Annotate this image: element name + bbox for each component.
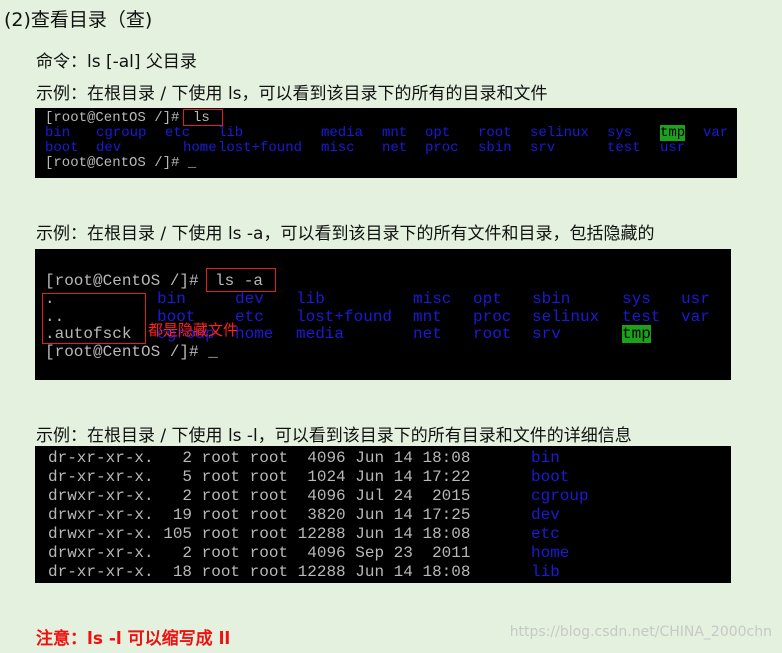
dir-entry: sys [607, 125, 633, 141]
dir-entry: usr [660, 140, 686, 156]
command-syntax: 命令：ls [-al] 父目录 [36, 52, 197, 72]
note: 注意：ls -l 可以缩写成 ll [36, 629, 231, 649]
dir-entry: sbin [532, 290, 571, 308]
command-highlight-box [206, 268, 276, 292]
dir-entry: bin [45, 125, 71, 141]
dir-entry: home [235, 325, 274, 343]
dir-entry: opt [425, 125, 451, 141]
file-name: etc [531, 525, 560, 543]
dir-entry: lost+found [218, 140, 303, 156]
file-name: dev [531, 506, 560, 524]
example-ls-a: 示例：在根目录 / 下使用 ls -a，可以看到该目录下的所有文件和目录，包括隐… [36, 224, 655, 244]
dir-entry: mnt [413, 308, 442, 326]
dir-entry: sys [622, 290, 651, 308]
file-name: bin [531, 449, 560, 467]
dir-entry: tmp [660, 125, 686, 141]
dir-entry: test [622, 308, 661, 326]
dir-entry: dev [235, 290, 264, 308]
dir-entry: etc [235, 308, 264, 326]
dir-entry: sbin [478, 140, 512, 156]
dir-entry: var [703, 125, 729, 141]
dir-entry: proc [425, 140, 459, 156]
dir-entry: root [478, 125, 512, 141]
dir-entry: boot [45, 140, 79, 156]
dir-entry: mnt [382, 125, 408, 141]
dir-entry: lib [296, 290, 325, 308]
file-meta: dr-xr-xr-x. 18 root root 12288 Jun 14 18… [48, 563, 481, 581]
dir-entry: root [473, 325, 512, 343]
dir-entry: opt [473, 290, 502, 308]
file-name: boot [531, 468, 570, 486]
prompt: [root@CentOS /]# [45, 110, 188, 126]
file-meta: drwxr-xr-x. 2 root root 4096 Jul 24 2015 [48, 487, 481, 505]
dir-entry: bin [157, 290, 186, 308]
hidden-files-annotation: 都是隐藏文件 [148, 321, 239, 339]
file-name: lib [531, 563, 560, 581]
dir-entry: cgroup [96, 125, 147, 141]
dir-entry: var [681, 308, 710, 326]
terminal-ls-a: [root@CentOS /]# ls -a . .. .autofsck [r… [35, 249, 731, 380]
dir-entry: selinux [530, 125, 589, 141]
file-meta: dr-xr-xr-x. 2 root root 4096 Jun 14 18:0… [48, 449, 481, 467]
end-prompt: [root@CentOS /]# _ [45, 155, 197, 171]
dir-entry: lost+found [296, 308, 393, 326]
dir-entry: misc [321, 140, 355, 156]
example-ls: 示例：在根目录 / 下使用 ls，可以看到该目录下的所有的目录和文件 [36, 84, 548, 104]
terminal-ls: [root@CentOS /]# ls [root@CentOS /]# _ b… [35, 108, 737, 178]
hidden-files-box [42, 293, 146, 344]
dir-entry: media [321, 125, 364, 141]
dir-entry: net [413, 325, 442, 343]
dir-entry: lib [218, 125, 244, 141]
file-name: cgroup [531, 487, 589, 505]
watermark: https://blog.csdn.net/CHINA_2000chn [509, 624, 772, 640]
terminal-ls-l: dr-xr-xr-x. 2 root root 4096 Jun 14 18:0… [35, 446, 731, 583]
dir-entry: home [183, 140, 217, 156]
command-highlight-box [183, 109, 223, 126]
dir-entry: net [382, 140, 408, 156]
dir-entry: tmp [622, 325, 651, 343]
file-name: home [531, 544, 570, 562]
dir-entry: proc [473, 308, 512, 326]
end-prompt: [root@CentOS /]# _ [45, 343, 218, 361]
file-meta: dr-xr-xr-x. 5 root root 1024 Jun 14 17:2… [48, 468, 481, 486]
dir-entry: media [296, 325, 345, 343]
file-meta: drwxr-xr-x. 19 root root 3820 Jun 14 17:… [48, 506, 481, 524]
section-heading: (2)查看目录（查) [4, 9, 153, 31]
dir-entry: dev [96, 140, 122, 156]
dir-entry: etc [165, 125, 191, 141]
dir-entry: misc [413, 290, 452, 308]
dir-entry: srv [532, 325, 561, 343]
dir-entry: usr [681, 290, 710, 308]
dir-entry: test [607, 140, 641, 156]
file-meta: drwxr-xr-x. 105 root root 12288 Jun 14 1… [48, 525, 481, 543]
example-ls-l: 示例：在根目录 / 下使用 ls -l，可以看到该目录下的所有目录和文件的详细信… [36, 426, 632, 446]
file-meta: drwxr-xr-x. 2 root root 4096 Sep 23 2011 [48, 544, 481, 562]
dir-entry: srv [530, 140, 556, 156]
prompt: [root@CentOS /]# [45, 272, 209, 290]
dir-entry: selinux [532, 308, 600, 326]
